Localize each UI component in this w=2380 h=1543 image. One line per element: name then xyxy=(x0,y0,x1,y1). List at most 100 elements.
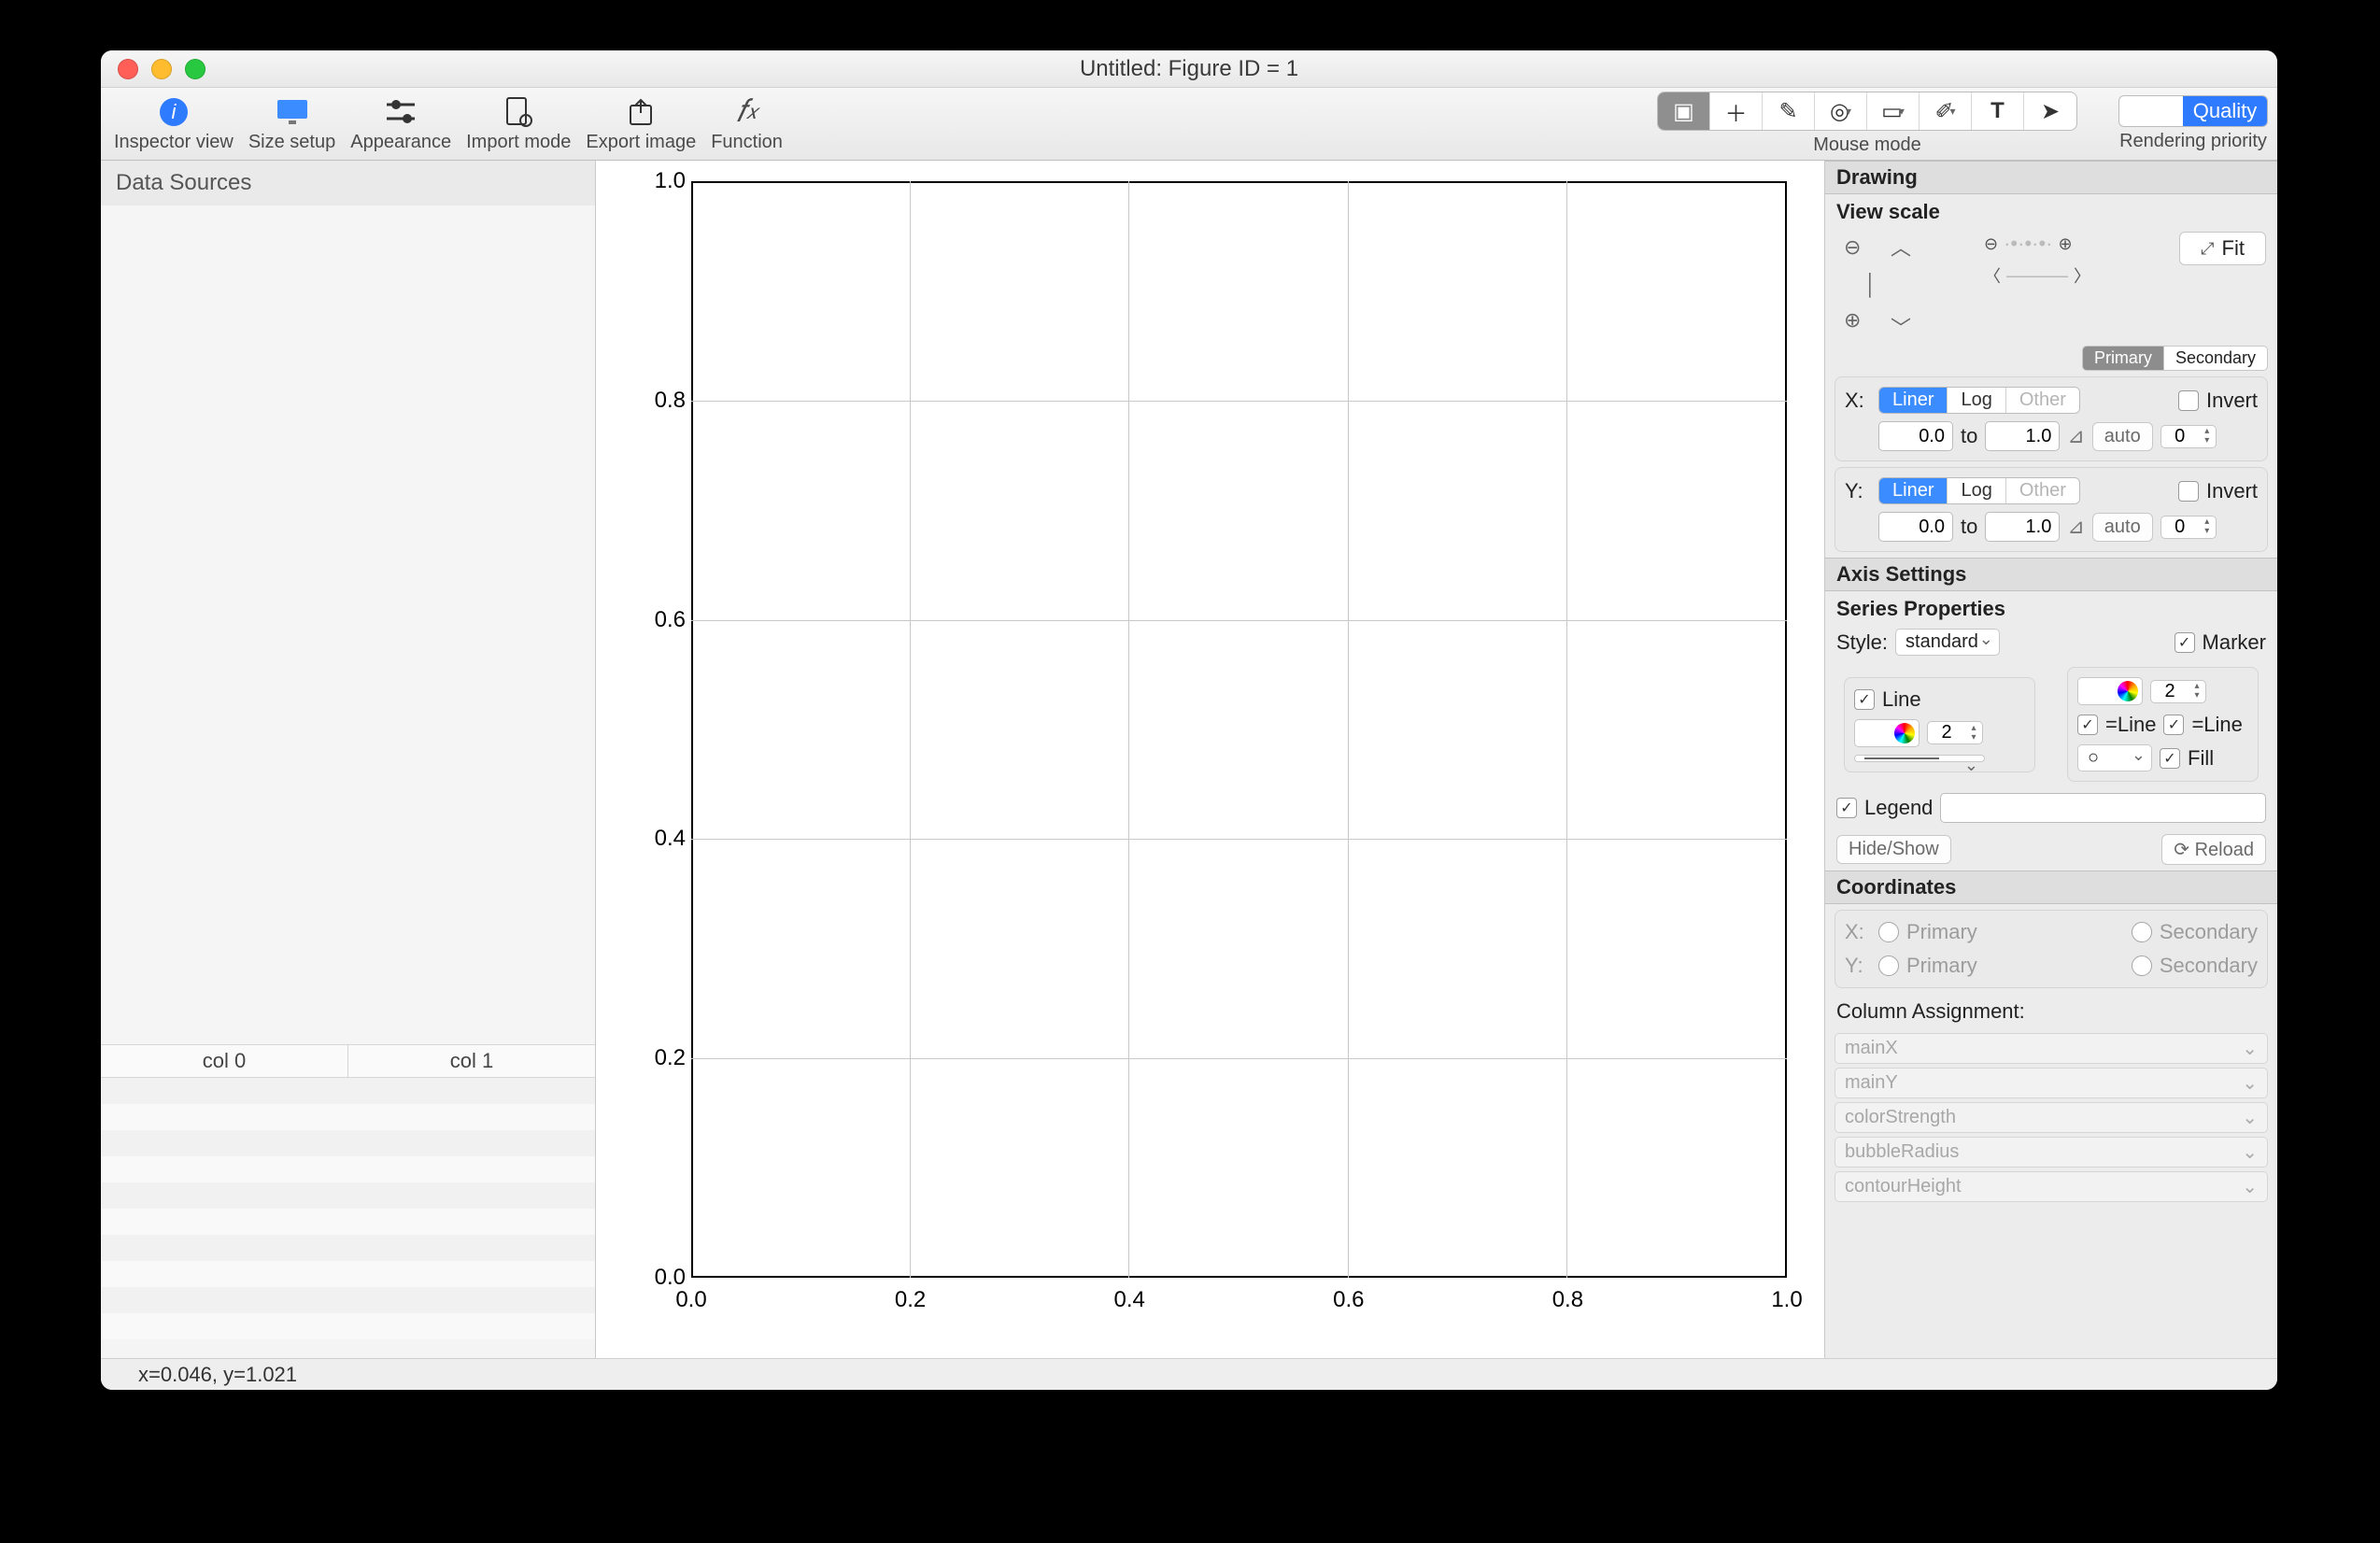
arrow-right-icon[interactable]: 〉 xyxy=(2074,263,2090,288)
x-scale-segmented: Liner Log Other xyxy=(1878,387,2080,414)
mode-pointer-button[interactable]: ➤ xyxy=(2024,92,2076,130)
assignment-mainx[interactable]: mainX xyxy=(1835,1033,2268,1064)
x-primary-radio[interactable] xyxy=(1878,922,1899,942)
zoom-in-icon[interactable]: ⊕ xyxy=(2059,234,2073,254)
legend-text-input[interactable] xyxy=(1940,793,2266,823)
x-digits-stepper[interactable]: ▴▾ xyxy=(2160,425,2217,448)
reload-button[interactable]: ⟳ Reload xyxy=(2161,834,2266,865)
style-select[interactable]: standard xyxy=(1895,629,2000,656)
data-table[interactable] xyxy=(101,1078,595,1358)
chevron-down-icon: ▾ xyxy=(1950,105,1956,118)
eq-line-2-checkbox[interactable] xyxy=(2163,715,2184,735)
line-style-select[interactable] xyxy=(1854,755,1985,762)
plot-canvas[interactable]: 0.00.20.40.60.81.00.00.20.40.60.81.0 xyxy=(596,161,1824,1358)
function-icon: 𝑓𝑥 xyxy=(727,94,768,130)
mode-select-region-button[interactable]: ▣ xyxy=(1658,92,1710,130)
content-area: Data Sources col 0 col 1 0.00.20.40.6 xyxy=(101,161,2277,1358)
line-color-well[interactable] xyxy=(1854,719,1920,747)
hide-show-button[interactable]: Hide/Show xyxy=(1836,835,1951,864)
appearance-button[interactable]: Appearance xyxy=(347,94,455,153)
x-auto-button[interactable]: auto xyxy=(2092,422,2153,451)
x-secondary-radio[interactable] xyxy=(2132,922,2152,942)
arrow-up-icon[interactable]: ︿ xyxy=(1891,232,1911,262)
x-to-input[interactable] xyxy=(1985,421,2060,451)
marker-size-stepper[interactable]: ▴▾ xyxy=(2150,680,2206,703)
window-title: Untitled: Figure ID = 1 xyxy=(101,56,2277,82)
y-to-input[interactable] xyxy=(1985,512,2060,542)
to-label: to xyxy=(1961,424,1977,448)
tab-secondary[interactable]: Secondary xyxy=(2164,346,2268,371)
marker-shape-select[interactable]: ○ xyxy=(2077,744,2152,772)
y-primary-radio[interactable] xyxy=(1878,956,1899,976)
rendering-priority-slider[interactable]: Quality xyxy=(2118,95,2268,127)
x-tick-label: 0.0 xyxy=(675,1287,706,1313)
line-width-stepper[interactable]: ▴▾ xyxy=(1927,721,1983,744)
y-scale-log[interactable]: Log xyxy=(1948,478,2005,503)
mode-circle-button[interactable]: ◎▾ xyxy=(1815,92,1867,130)
view-scale-header: View scale xyxy=(1825,194,2277,226)
legend-checkbox[interactable] xyxy=(1836,798,1857,818)
reload-label: Reload xyxy=(2195,840,2254,860)
y-scale-other[interactable]: Other xyxy=(2006,478,2079,503)
mode-rect-button[interactable]: ▭▾ xyxy=(1867,92,1920,130)
slider-vertical-icon[interactable]: │ xyxy=(1864,273,1877,297)
tab-primary[interactable]: Primary xyxy=(2082,346,2164,371)
assignment-contourheight[interactable]: contourHeight xyxy=(1835,1171,2268,1202)
mode-text-button[interactable]: T xyxy=(1972,92,2024,130)
table-row xyxy=(101,1313,595,1339)
monitor-icon xyxy=(272,94,313,130)
assignment-colorstrength[interactable]: colorStrength xyxy=(1835,1102,2268,1133)
style-value: standard xyxy=(1905,631,1978,653)
marker-group: ▴▾ =Line =Line ○ Fill xyxy=(2067,667,2259,782)
import-mode-button[interactable]: Import mode xyxy=(462,94,574,153)
export-image-button[interactable]: Export image xyxy=(582,94,700,153)
y-invert-checkbox[interactable] xyxy=(2178,481,2199,502)
x-scale-log[interactable]: Log xyxy=(1948,388,2005,413)
eq-line-1-checkbox[interactable] xyxy=(2077,715,2098,735)
x-tick-label: 0.6 xyxy=(1333,1287,1364,1313)
assignment-mainy[interactable]: mainY xyxy=(1835,1068,2268,1098)
zoom-in-icon[interactable]: ⊕ xyxy=(1844,308,1861,333)
column-header[interactable]: col 0 xyxy=(101,1045,348,1077)
column-header[interactable]: col 1 xyxy=(348,1045,595,1077)
x-scale-linear[interactable]: Liner xyxy=(1879,388,1948,413)
mode-add-button[interactable]: ＋ xyxy=(1710,92,1763,130)
fill-checkbox[interactable] xyxy=(2160,748,2180,769)
ruler-icon[interactable]: ⊿ xyxy=(2067,424,2084,448)
assignment-bubbleradius[interactable]: bubbleRadius xyxy=(1835,1137,2268,1168)
sliders-icon xyxy=(380,94,421,130)
x-scale-other[interactable]: Other xyxy=(2006,388,2079,413)
x-invert-checkbox[interactable] xyxy=(2178,390,2199,411)
mode-eyedropper-button[interactable]: ✐▾ xyxy=(1920,92,1972,130)
axis-settings-header[interactable]: Axis Settings xyxy=(1825,558,2277,591)
line-width-input[interactable] xyxy=(1928,722,1965,743)
arrow-down-icon[interactable]: ﹀ xyxy=(1891,312,1911,342)
size-setup-button[interactable]: Size setup xyxy=(245,94,339,153)
y-scale-linear[interactable]: Liner xyxy=(1879,478,1948,503)
data-sources-list[interactable] xyxy=(101,205,595,1044)
x-from-input[interactable] xyxy=(1878,421,1953,451)
marker-checkbox[interactable] xyxy=(2175,632,2195,653)
x-digits-input[interactable] xyxy=(2161,426,2199,447)
y-from-input[interactable] xyxy=(1878,512,1953,542)
ruler-icon[interactable]: ⊿ xyxy=(2067,515,2084,539)
zoom-out-icon[interactable]: ⊖ xyxy=(1844,235,1861,260)
y-secondary-radio[interactable] xyxy=(2132,956,2152,976)
marker-size-input[interactable] xyxy=(2151,681,2189,702)
fill-label: Fill xyxy=(2188,746,2214,771)
y-digits-stepper[interactable]: ▴▾ xyxy=(2160,516,2217,539)
marker-color-well[interactable] xyxy=(2077,677,2143,705)
mode-draw-button[interactable]: ✎ xyxy=(1763,92,1815,130)
inspector-view-button[interactable]: i Inspector view xyxy=(110,94,237,153)
chevron-down-icon: ▾ xyxy=(1899,105,1905,118)
line-checkbox[interactable] xyxy=(1854,689,1875,710)
arrow-left-icon[interactable]: 〈 xyxy=(1984,263,2001,288)
y-auto-button[interactable]: auto xyxy=(2092,513,2153,542)
zoom-out-icon[interactable]: ⊖ xyxy=(1984,234,1998,254)
toolbar-label: Function xyxy=(711,132,783,153)
y-axis-group: Y: Liner Log Other Invert to ⊿ xyxy=(1835,467,2268,552)
function-button[interactable]: 𝑓𝑥 Function xyxy=(707,94,786,153)
fit-button[interactable]: ⤢ Fit xyxy=(2179,232,2266,265)
titlebar: Untitled: Figure ID = 1 xyxy=(101,50,2277,88)
y-digits-input[interactable] xyxy=(2161,517,2199,538)
